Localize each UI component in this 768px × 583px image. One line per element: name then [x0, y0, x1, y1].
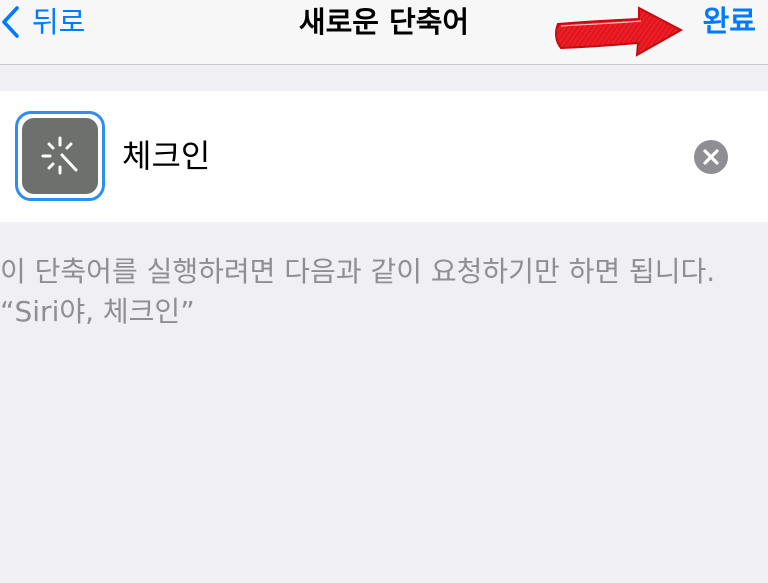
clear-text-button[interactable] [694, 140, 728, 174]
close-icon [703, 149, 719, 165]
shortcut-name-field[interactable] [122, 131, 662, 177]
shortcut-row [0, 91, 768, 222]
red-arrow-annotation [555, 6, 684, 57]
done-button[interactable]: 완료 [703, 0, 756, 44]
shortcut-icon-button[interactable] [15, 111, 105, 201]
siri-phrase-description: 이 단축어를 실행하려면 다음과 같이 요청하기만 하면 됩니다. “Siri야… [0, 255, 716, 328]
magic-wand-icon [22, 118, 98, 194]
